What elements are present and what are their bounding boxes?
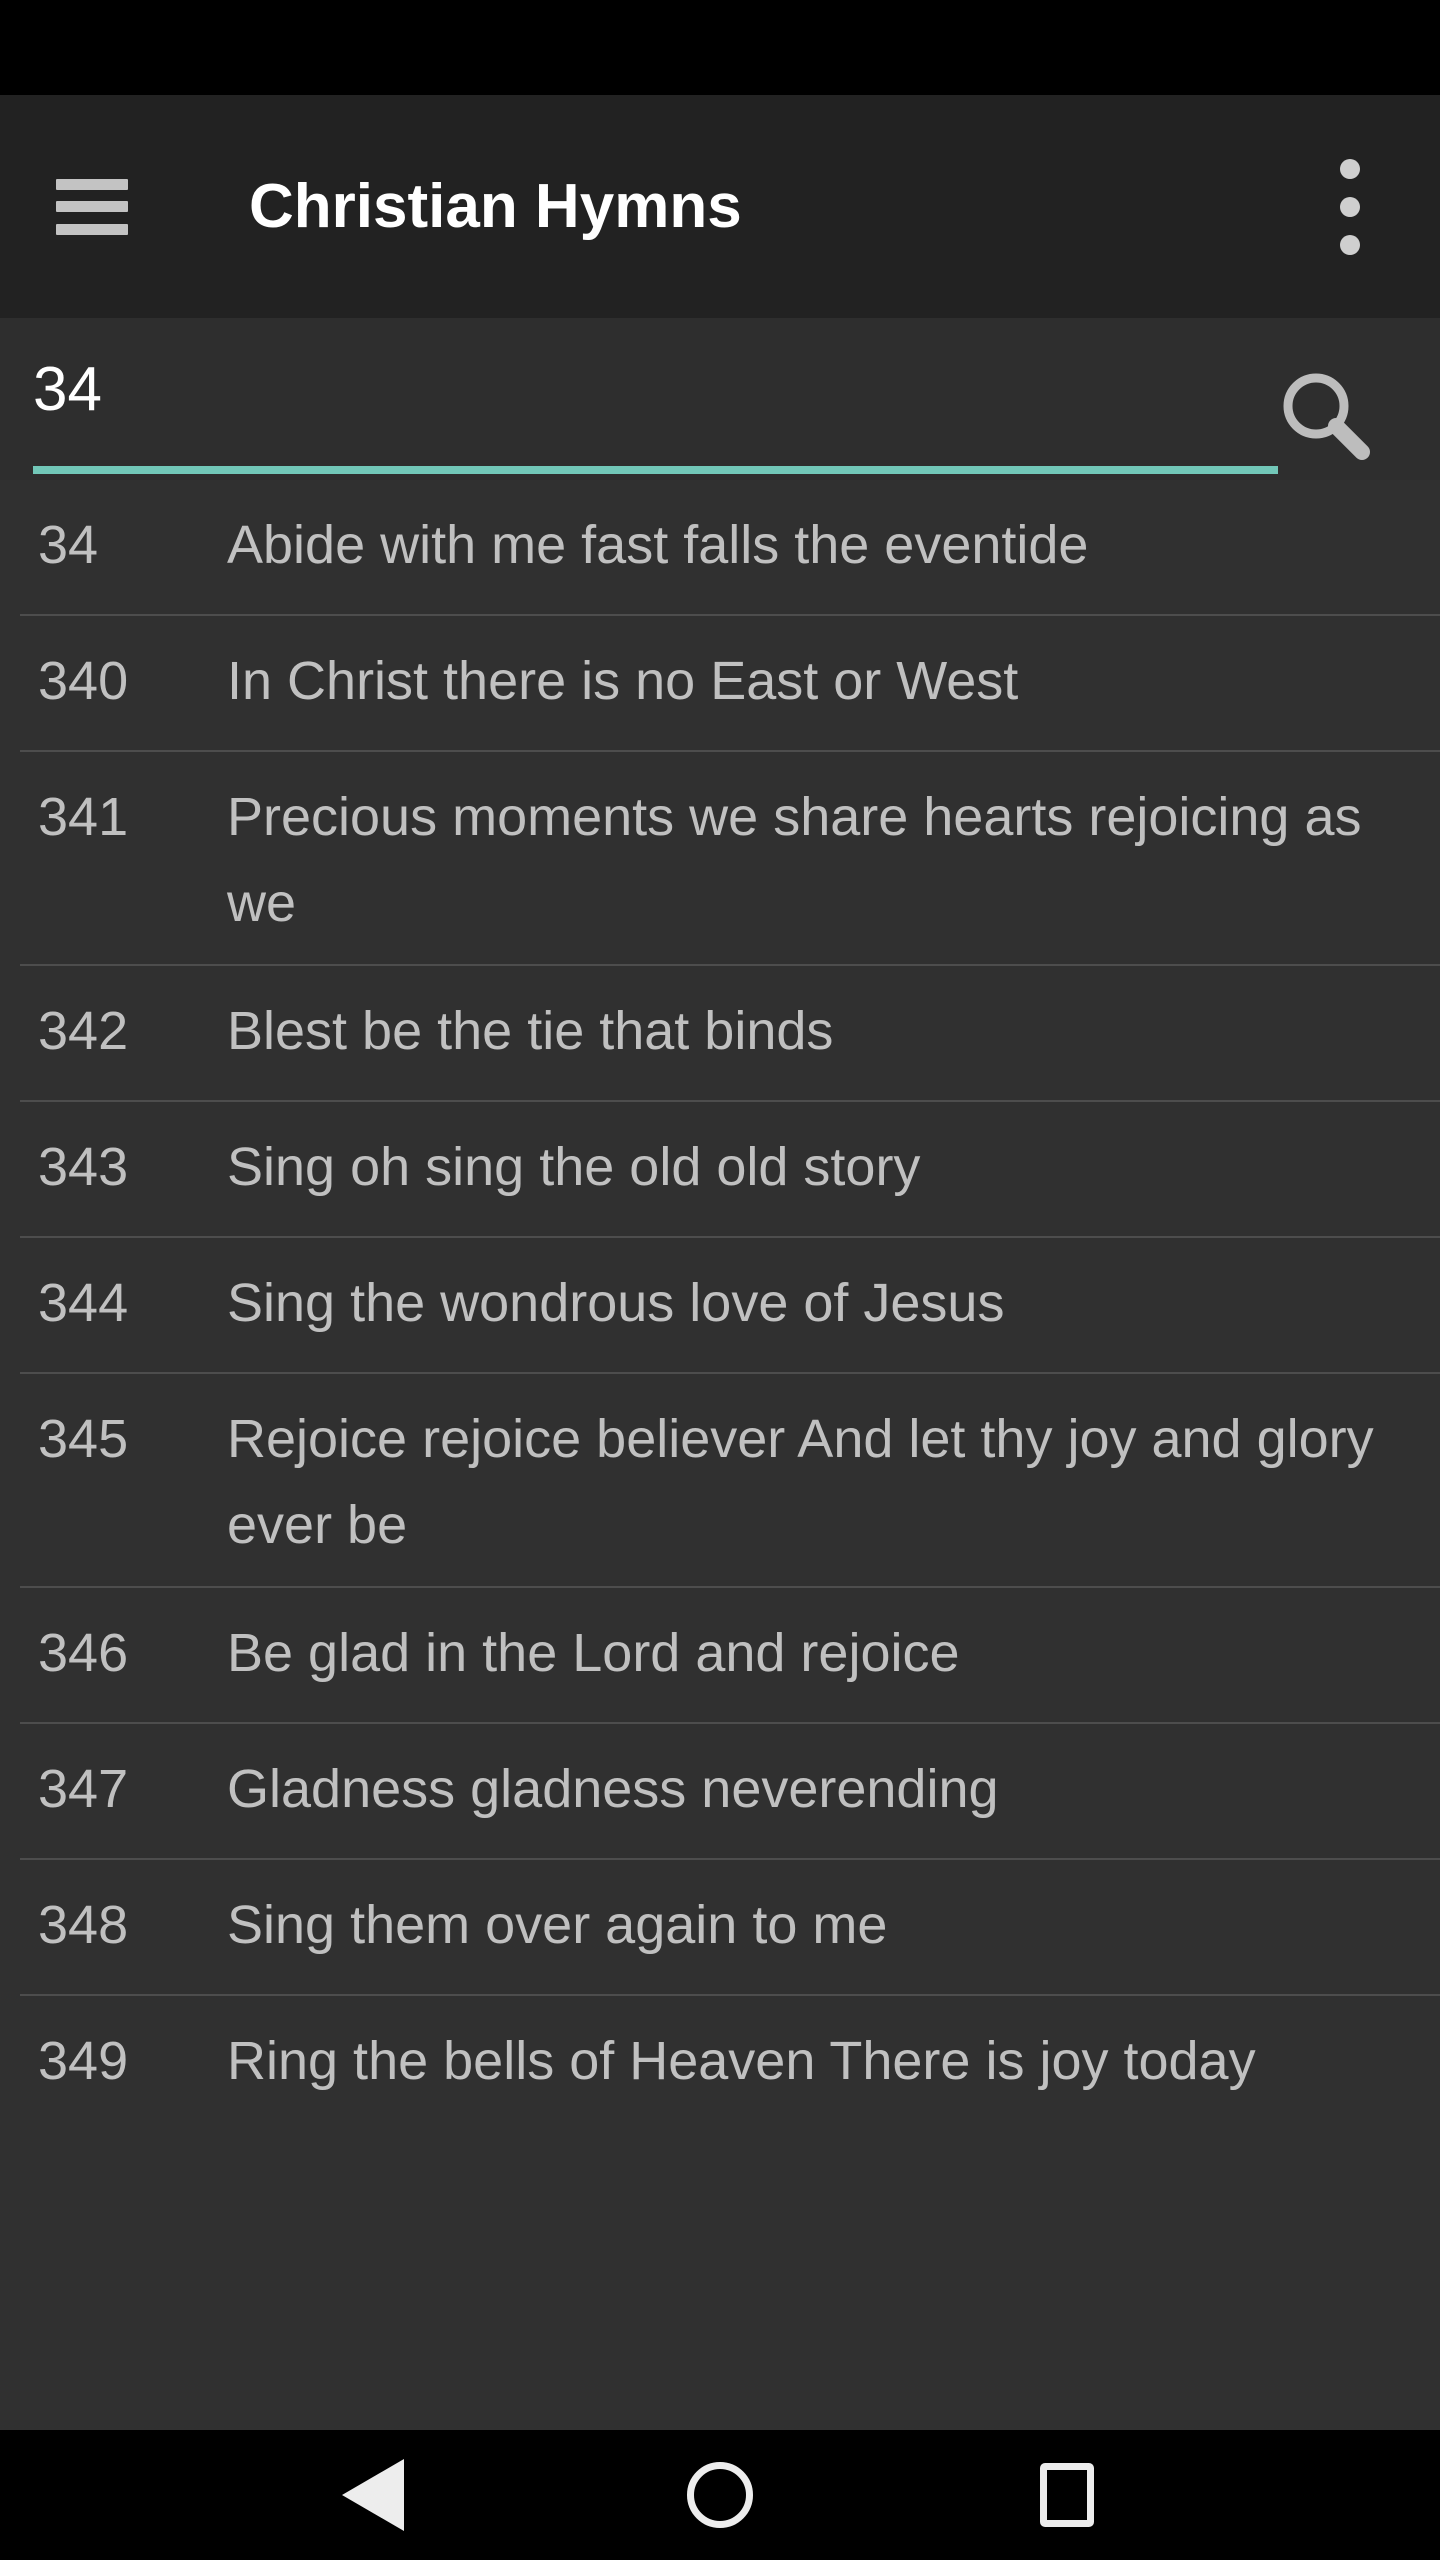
hymn-list[interactable]: 34 Abide with me fast falls the eventide 3… <box>0 480 1440 2430</box>
hymn-number: 344 <box>38 1273 129 1333</box>
hamburger-line <box>56 178 128 190</box>
hymn-row[interactable]: 341 Precious moments we share hearts rejo… <box>0 752 1440 964</box>
hamburger-icon[interactable] <box>56 178 128 235</box>
search-bar: 34 <box>0 318 1440 480</box>
system-navigation-bar <box>0 2430 1440 2560</box>
hymn-number: 341 <box>38 787 129 847</box>
search-underline <box>33 466 1278 474</box>
hymn-title: Sing oh sing the old old story <box>227 1137 921 1197</box>
hymn-number: 34 <box>38 515 99 575</box>
search-input[interactable]: 34 <box>33 340 1278 440</box>
app-bar: Christian Hymns <box>0 95 1440 318</box>
home-button[interactable] <box>660 2440 780 2550</box>
hymn-number: 349 <box>38 2031 129 2091</box>
triangle-left-icon <box>342 2459 405 2531</box>
hymn-row[interactable]: 344 Sing the wondrous love of Jesus <box>0 1238 1440 1372</box>
hamburger-line <box>56 201 128 212</box>
hymn-row[interactable]: 343 Sing oh sing the old old story <box>0 1102 1440 1236</box>
hymn-title: Ring the bells of Heaven There is joy to… <box>227 2031 1256 2091</box>
hymn-title: Rejoice rejoice believer And let thy joy… <box>227 1409 1374 1555</box>
hymn-title: Gladness gladness neverending <box>227 1759 999 1819</box>
hymn-number: 348 <box>38 1895 129 1955</box>
hymn-title: In Christ there is no East or West <box>227 651 1019 711</box>
circle-icon <box>686 2462 753 2528</box>
search-icon[interactable] <box>1274 364 1378 468</box>
menu-dot <box>1340 234 1360 255</box>
menu-dot <box>1340 158 1360 179</box>
hymn-row[interactable]: 348 Sing them over again to me <box>0 1860 1440 1994</box>
hymn-number: 343 <box>38 1137 129 1197</box>
hymn-title: Abide with me fast falls the eventide <box>227 515 1089 575</box>
hymn-title: Sing the wondrous love of Jesus <box>227 1273 1005 1333</box>
search-field[interactable]: 34 <box>33 340 1278 474</box>
menu-dot <box>1340 196 1360 217</box>
hymn-title: Be glad in the Lord and rejoice <box>227 1623 960 1683</box>
hymn-number: 345 <box>38 1409 129 1469</box>
hymn-row[interactable]: 342 Blest be the tie that binds <box>0 966 1440 1100</box>
hymn-number: 346 <box>38 1623 129 1683</box>
more-vertical-icon[interactable] <box>1322 147 1378 267</box>
hymn-row[interactable]: 349 Ring the bells of Heaven There is joy… <box>0 1996 1440 2130</box>
status-bar <box>0 0 1440 95</box>
back-button[interactable] <box>313 2440 433 2550</box>
page-title: Christian Hymns <box>249 171 742 241</box>
square-icon <box>1039 2463 1094 2527</box>
app-screen: Christian Hymns 34 34 Abide with me fast … <box>0 0 1440 2560</box>
hymn-row[interactable]: 34 Abide with me fast falls the eventide <box>0 480 1440 614</box>
hymn-row[interactable]: 346 Be glad in the Lord and rejoice <box>0 1588 1440 1722</box>
hymn-number: 347 <box>38 1759 129 1819</box>
hymn-row[interactable]: 340 In Christ there is no East or West <box>0 616 1440 750</box>
hymn-row[interactable]: 347 Gladness gladness neverending <box>0 1724 1440 1858</box>
hymn-title: Blest be the tie that binds <box>227 1001 834 1061</box>
recents-button[interactable] <box>1007 2440 1127 2550</box>
hymn-row[interactable]: 345 Rejoice rejoice believer And let thy … <box>0 1374 1440 1586</box>
hymn-title: Precious moments we share hearts rejoici… <box>227 787 1362 933</box>
hamburger-line <box>56 223 128 235</box>
hymn-number: 340 <box>38 651 129 711</box>
hymn-number: 342 <box>38 1001 129 1061</box>
hymn-title: Sing them over again to me <box>227 1895 888 1955</box>
